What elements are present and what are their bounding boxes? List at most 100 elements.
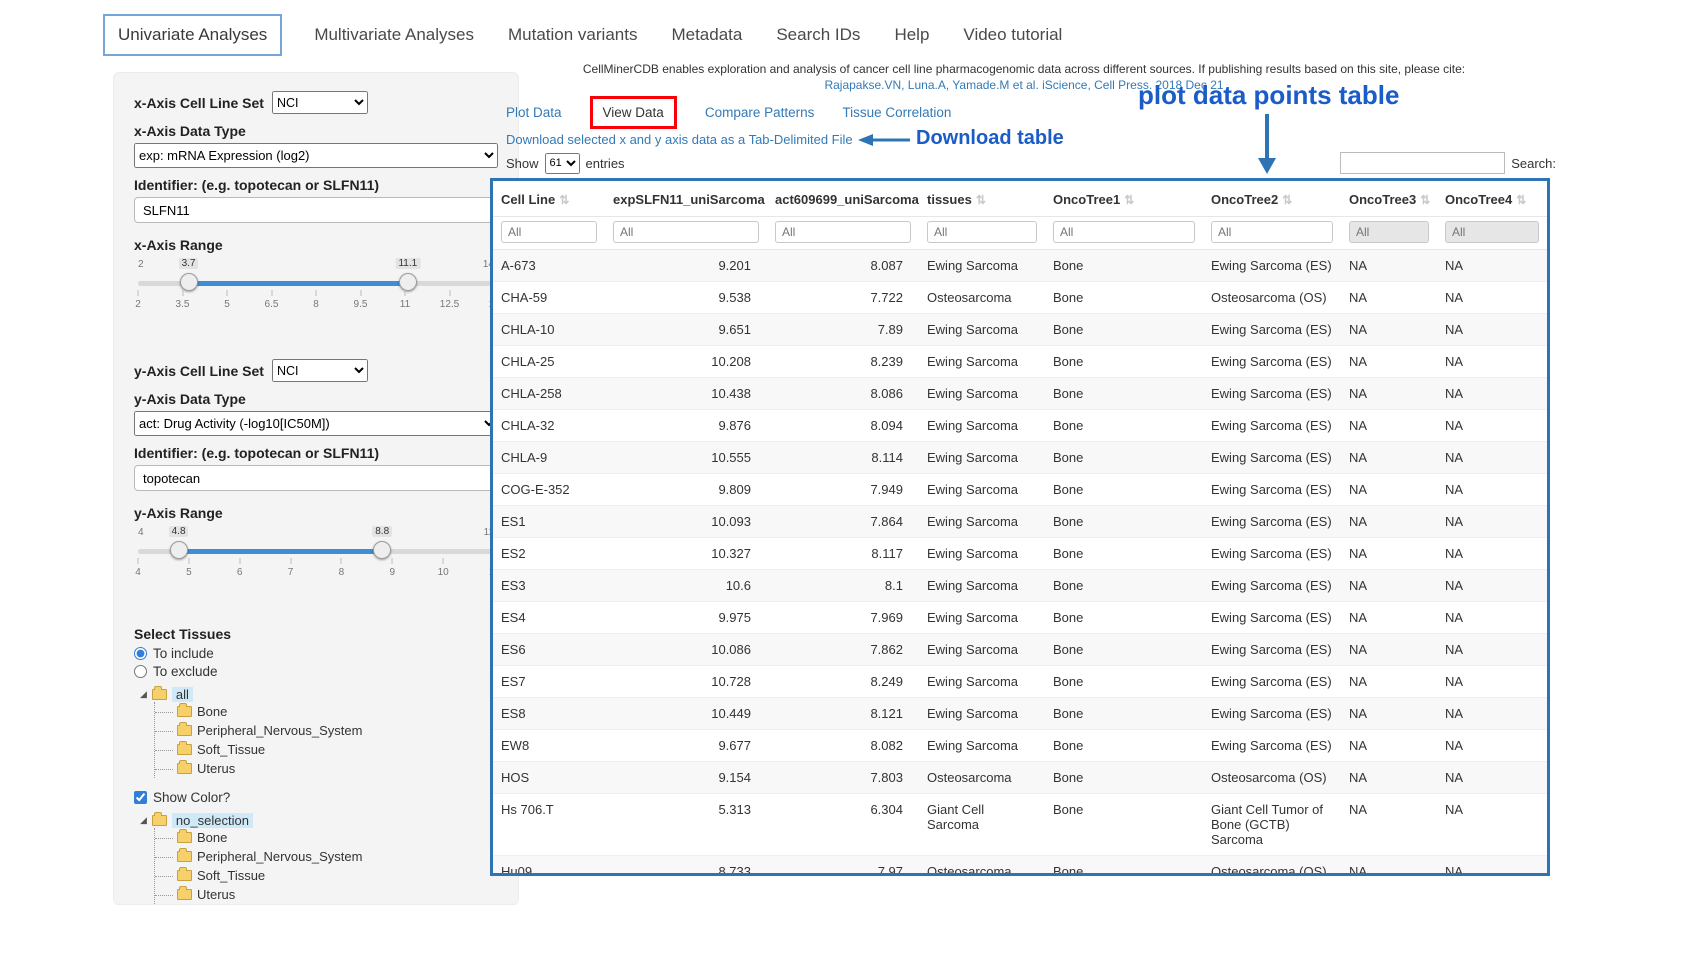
table-cell: Bone [1045,634,1203,666]
table-cell: Osteosarcoma [919,762,1045,794]
tree-item-uterus[interactable]: Uterus [165,885,498,904]
download-tab-delimited-link[interactable]: Download selected x and y axis data as a… [506,132,853,147]
table-cell: Ewing Sarcoma (ES) [1203,602,1341,634]
tab-view-data[interactable]: View Data [590,96,677,129]
tab-compare-patterns[interactable]: Compare Patterns [705,105,815,120]
col-header-label: OncoTree3 [1349,192,1416,207]
filter-input-oncotree1[interactable] [1053,221,1195,243]
table-row: CHLA-2510.2088.239Ewing SarcomaBoneEwing… [493,346,1547,378]
tree-item-uterus[interactable]: Uterus [165,759,498,778]
y-identifier-input[interactable] [134,465,498,491]
table-cell: Ewing Sarcoma [919,538,1045,570]
y-cell-line-set-label: y-Axis Cell Line Set [134,363,264,379]
table-cell: 9.154 [605,762,767,794]
x-slider-fill [189,281,408,286]
filter-input-oncotree2[interactable] [1211,221,1333,243]
table-cell: 10.555 [605,442,767,474]
y-tick: 5 [186,567,192,578]
filter-input-tissues[interactable] [927,221,1037,243]
y-axis-range-slider[interactable]: 4 11 4.8 8.8 4 5 6 7 8 9 10 11 [138,527,494,585]
table-cell: Ewing Sarcoma [919,602,1045,634]
tissue-tree-exclude: ◢ no_selection Bone Peripheral_Nervous_S… [140,813,498,904]
table-row: ES310.68.1Ewing SarcomaBoneEwing Sarcoma… [493,570,1547,602]
annotation-plot-data-points-table: plot data points table [1138,80,1399,111]
tab-tissue-correlation[interactable]: Tissue Correlation [842,105,951,120]
x-slider-handle-max[interactable] [399,273,417,291]
table-cell: 8.733 [605,856,767,877]
tree-item-bone[interactable]: Bone [165,828,498,847]
col-header-tissues[interactable]: tissues⇅ [919,181,1045,217]
table-cell: Bone [1045,506,1203,538]
y-data-type-select[interactable]: act: Drug Activity (-log10[IC50M]) [134,411,498,436]
nav-tab-search-ids[interactable]: Search IDs [774,16,862,54]
table-cell: Ewing Sarcoma (ES) [1203,634,1341,666]
table-cell: NA [1341,762,1437,794]
x-cell-line-set-select[interactable]: NCI [272,91,368,114]
nav-tab-mutation-variants[interactable]: Mutation variants [506,16,639,54]
table-cell: Ewing Sarcoma (ES) [1203,410,1341,442]
y-slider-handle-min[interactable] [170,541,188,559]
table-cell: 8.239 [767,346,919,378]
x-axis-range-slider[interactable]: 2 14 3.7 11.1 2 3.5 5 6.5 8 9.5 11 12.5 … [138,259,494,317]
col-header-oncotree1[interactable]: OncoTree1⇅ [1045,181,1203,217]
x-range-to-label: 11.1 [395,258,420,269]
table-cell: NA [1341,730,1437,762]
table-cell: CHLA-9 [493,442,605,474]
show-label: Show [506,156,539,171]
filter-input-cell-line[interactable] [501,221,597,243]
table-cell: NA [1437,410,1547,442]
nav-tab-video-tutorial[interactable]: Video tutorial [961,16,1064,54]
col-header-oncotree4[interactable]: OncoTree4⇅ [1437,181,1547,217]
y-slider-handle-max[interactable] [373,541,391,559]
tree-item-bone[interactable]: Bone [165,702,498,721]
y-tick: 6 [237,567,243,578]
table-cell: NA [1437,538,1547,570]
table-cell: Hs 706.T [493,794,605,856]
filter-input-expslfn11[interactable] [613,221,759,243]
filter-input-act609699[interactable] [775,221,911,243]
main-content: CellMinerCDB enables exploration and ana… [490,56,1558,876]
table-cell: HOS [493,762,605,794]
x-slider-handle-min[interactable] [180,273,198,291]
col-header-oncotree2[interactable]: OncoTree2⇅ [1203,181,1341,217]
table-cell: CHLA-258 [493,378,605,410]
tree-item-label: Peripheral_Nervous_System [197,723,362,738]
tree-expander-icon[interactable]: ◢ [140,815,147,826]
x-tick: 9.5 [354,299,368,310]
table-cell: 7.89 [767,314,919,346]
table-cell: 10.728 [605,666,767,698]
to-include-radio[interactable] [134,647,147,660]
col-header-expslfn11[interactable]: expSLFN11_uniSarcoma⇅ [605,181,767,217]
col-header-cell-line[interactable]: Cell Line⇅ [493,181,605,217]
table-cell: NA [1437,474,1547,506]
tree-expander-icon[interactable]: ◢ [140,689,147,700]
table-cell: Bone [1045,794,1203,856]
col-header-act609699[interactable]: act609699_uniSarcoma⇅ [767,181,919,217]
tree-item-soft-tissue[interactable]: Soft_Tissue [165,740,498,759]
to-exclude-radio[interactable] [134,665,147,678]
tree-root-all[interactable]: ◢ all [140,687,498,702]
table-cell: NA [1437,730,1547,762]
tree-item-soft-tissue[interactable]: Soft_Tissue [165,866,498,885]
sort-icon: ⇅ [1282,193,1292,207]
x-data-type-select[interactable]: exp: mRNA Expression (log2) [134,143,498,168]
entries-select[interactable]: 61 [545,153,580,174]
nav-tab-univariate-analyses[interactable]: Univariate Analyses [103,14,282,56]
nav-tab-multivariate-analyses[interactable]: Multivariate Analyses [312,16,476,54]
nav-tab-metadata[interactable]: Metadata [669,16,744,54]
y-cell-line-set-select[interactable]: NCI [272,359,368,382]
col-header-oncotree3[interactable]: OncoTree3⇅ [1341,181,1437,217]
search-input[interactable] [1340,152,1505,174]
show-color-checkbox[interactable] [134,791,147,804]
tab-plot-data[interactable]: Plot Data [506,105,562,120]
tree-root-no-selection[interactable]: ◢ no_selection [140,813,498,828]
table-cell: NA [1437,282,1547,314]
sort-icon: ⇅ [976,193,986,207]
table-row: CHLA-25810.4388.086Ewing SarcomaBoneEwin… [493,378,1547,410]
tree-item-peripheral-nervous-system[interactable]: Peripheral_Nervous_System [165,847,498,866]
x-identifier-input[interactable] [134,197,498,223]
table-cell: 8.249 [767,666,919,698]
tree-item-peripheral-nervous-system[interactable]: Peripheral_Nervous_System [165,721,498,740]
nav-tab-help[interactable]: Help [892,16,931,54]
folder-icon [177,889,192,900]
